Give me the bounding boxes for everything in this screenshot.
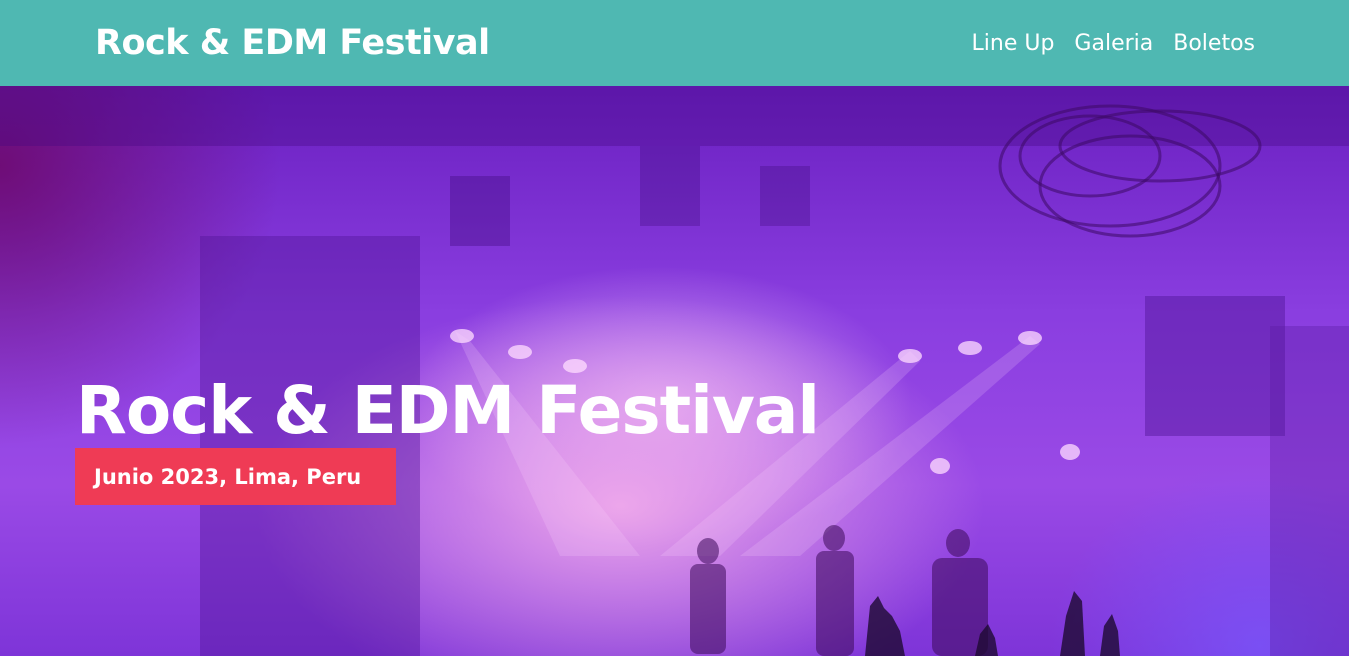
nav-item-galeria[interactable]: Galeria xyxy=(1074,31,1153,56)
event-date-badge: Junio 2023, Lima, Peru xyxy=(75,448,396,505)
concert-background-image xyxy=(0,86,1349,656)
site-logo[interactable]: Rock & EDM Festival xyxy=(95,23,490,63)
site-header: Rock & EDM Festival Line Up Galeria Bole… xyxy=(0,0,1349,86)
main-nav: Line Up Galeria Boletos xyxy=(972,31,1256,56)
nav-item-boletos[interactable]: Boletos xyxy=(1173,31,1255,56)
hero-section: Rock & EDM Festival Junio 2023, Lima, Pe… xyxy=(0,86,1349,656)
nav-item-line-up[interactable]: Line Up xyxy=(972,31,1055,56)
hero-title: Rock & EDM Festival xyxy=(76,372,820,449)
